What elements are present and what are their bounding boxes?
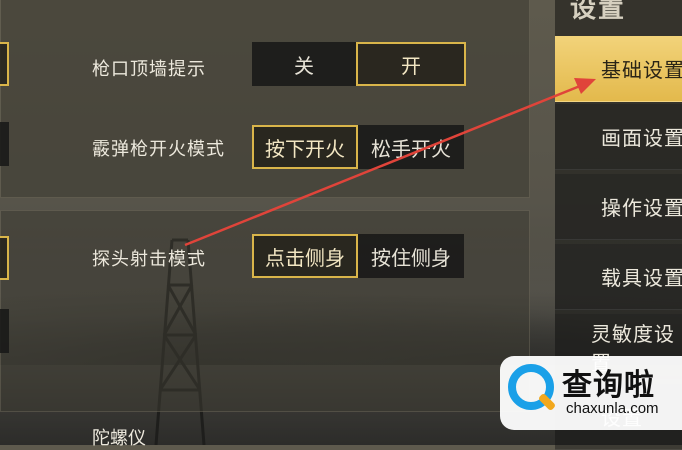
watermark: 查询啦 chaxunla.com — [500, 356, 682, 430]
watermark-search-logo-icon — [508, 364, 554, 410]
watermark-text-cn: 查询啦 — [562, 368, 655, 403]
muzzle-wall-hint-on-option[interactable]: 开 — [356, 42, 466, 86]
shotgun-fire-mode-toggle: 按下开火 松手开火 — [252, 125, 464, 169]
sidebar-item-control-settings[interactable]: 操作设置 — [555, 174, 682, 240]
muzzle-wall-hint-off-option[interactable]: 关 — [252, 42, 356, 86]
sidebar-item-display-settings[interactable]: 画面设置 — [555, 104, 682, 170]
sidebar-item-vehicle-settings[interactable]: 载具设置 — [555, 244, 682, 310]
offscreen-toggle-option[interactable] — [0, 236, 9, 280]
offscreen-toggle-option[interactable] — [0, 42, 9, 86]
watermark-text-en: chaxunla.com — [566, 400, 659, 417]
release-to-fire-option[interactable]: 松手开火 — [358, 125, 464, 169]
muzzle-wall-hint-toggle: 关 开 — [252, 42, 466, 86]
sidebar-title: 设置 — [570, 0, 627, 24]
hold-to-peek-option[interactable]: 按住侧身 — [358, 234, 464, 278]
gyroscope-label: 陀螺仪 — [92, 428, 146, 449]
shotgun-fire-mode-label: 霰弹枪开火模式 — [92, 139, 225, 160]
offscreen-toggle-option[interactable] — [0, 122, 9, 166]
peek-mode-label: 探头射击模式 — [92, 249, 206, 270]
tap-to-peek-option[interactable]: 点击侧身 — [252, 234, 358, 278]
offscreen-toggle-option[interactable] — [0, 309, 9, 353]
muzzle-wall-hint-label: 枪口顶墙提示 — [92, 59, 206, 80]
press-to-fire-option[interactable]: 按下开火 — [252, 125, 358, 169]
peek-mode-toggle: 点击侧身 按住侧身 — [252, 234, 464, 278]
sidebar-item-basic-settings[interactable]: 基础设置 — [555, 36, 682, 102]
